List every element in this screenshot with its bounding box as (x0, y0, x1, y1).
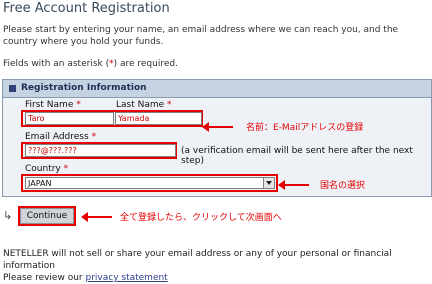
panel-bullet-icon (9, 85, 16, 92)
country-asterisk: * (63, 164, 69, 174)
footer-review-prefix: Please review our (3, 273, 83, 283)
email-label: Email Address * (25, 132, 96, 142)
arrow-left-icon (278, 180, 309, 190)
arrow-left-icon (202, 122, 233, 132)
intro-text: Please start by entering your name, an e… (3, 25, 399, 47)
email-input[interactable]: ???@???.??? (25, 144, 176, 157)
email-asterisk: * (91, 132, 97, 142)
privacy-statement-link[interactable]: privacy statement (85, 273, 167, 283)
footer-privacy-notice: NETELLER will not sell or share your ema… (3, 249, 392, 271)
panel-heading: Registration Information (21, 83, 147, 93)
country-label: Country * (25, 164, 68, 174)
annotation-continue: 全て登録したら、クリックして次画面へ (120, 213, 282, 223)
first-name-asterisk: * (76, 100, 81, 110)
first-name-label-text: First Name (25, 100, 74, 110)
email-label-text: Email Address (25, 132, 89, 142)
registration-panel: Registration Information First Name * La… (2, 79, 432, 197)
last-name-label-text: Last Name (116, 100, 165, 110)
arrow-left-icon (81, 212, 112, 222)
panel-header: Registration Information (3, 80, 431, 98)
last-name-input[interactable]: Yamada (115, 112, 202, 125)
email-note: (a verification email will be sent here … (181, 146, 413, 166)
first-name-input[interactable]: Taro (25, 112, 114, 125)
annotation-country: 国名の選択 (320, 181, 366, 191)
continue-button[interactable]: Continue (20, 208, 74, 224)
annotation-name-email: 名前：E-Mailアドレスの登録 (246, 123, 364, 133)
country-label-text: Country (25, 164, 61, 174)
page-title: Free Account Registration (3, 1, 170, 16)
first-name-label: First Name * (25, 100, 81, 110)
chevron-down-icon[interactable] (263, 178, 274, 188)
country-selected-value: JAPAN (28, 179, 52, 188)
country-select[interactable]: JAPAN (25, 177, 275, 189)
required-note-suffix: ) are required. (113, 59, 178, 69)
last-name-label: Last Name * (116, 100, 172, 110)
last-name-asterisk: * (167, 100, 172, 110)
footer: NETELLER will not sell or share your ema… (3, 248, 431, 284)
required-note: Fields with an asterisk (*) are required… (3, 59, 178, 69)
required-note-prefix: Fields with an asterisk ( (3, 59, 110, 69)
return-arrow-icon: ↳ (3, 209, 13, 222)
footer-review-line: Please review our privacy statement (3, 272, 431, 284)
panel-body: First Name * Last Name * Taro Yamada Ema… (3, 98, 431, 196)
